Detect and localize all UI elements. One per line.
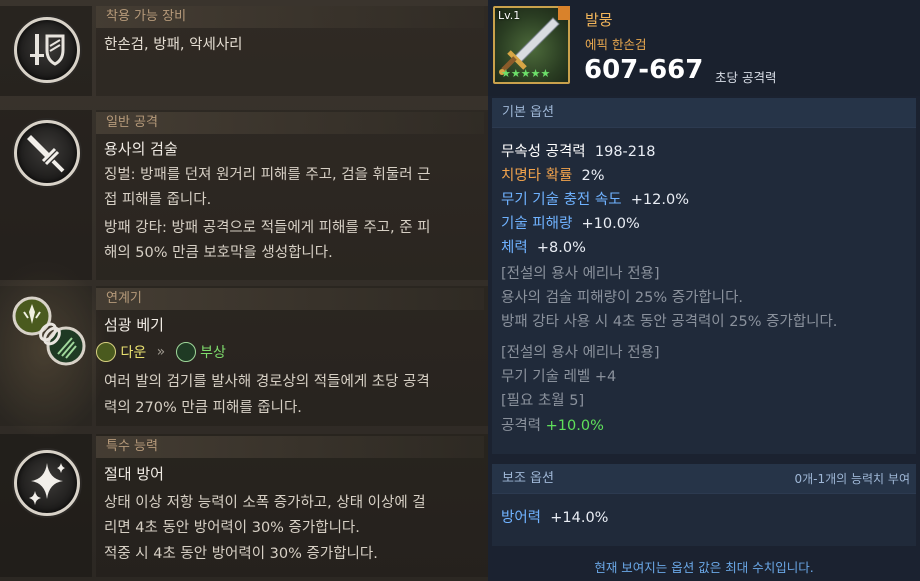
combo-to-label: 부상 — [200, 345, 226, 361]
skill-desc-line: 해의 50% 만큼 보호막을 생성합니다. — [104, 245, 333, 261]
option-line: 방어력 +14.0% — [501, 506, 608, 530]
section-header-basic-attack: 일반 공격 — [96, 112, 484, 134]
skill-desc-line: 여러 발의 검기를 발사해 경로상의 적들에게 초당 공격 — [104, 374, 430, 390]
option-value: +14.0% — [550, 510, 609, 526]
option-value: +10.0% — [581, 216, 640, 232]
exclusive-title: [전설의 용사 에리나 전용] — [501, 345, 660, 361]
sub-options-header-bar: 보조 옵션 0개-1개의 능력치 부여 — [492, 464, 916, 494]
option-line: 기술 피해량 +10.0% — [501, 212, 640, 236]
combo-condition: 다운 » 부상 — [96, 342, 226, 368]
down-status-icon — [96, 342, 116, 362]
base-options-header: 기본 옵션 — [492, 98, 916, 128]
item-type: 에픽 한손검 — [585, 37, 647, 52]
option-key: 무속성 공격력 — [501, 144, 586, 160]
option-value: +10.0% — [545, 418, 604, 434]
skill-title-basic: 용사의 검술 — [104, 140, 178, 158]
option-key: 방어력 — [501, 510, 542, 526]
item-tooltip: Lv.1 ★★★★★ 발뭉 에픽 한손검 607-667 초당 공격력 기본 옵… — [488, 0, 920, 581]
skill-title-special: 절대 방어 — [104, 465, 164, 483]
skill-desc-line: 력의 270% 만큼 피해를 줍니다. — [104, 400, 302, 416]
option-value: +8.0% — [536, 240, 586, 256]
option-key: 공격력 — [501, 418, 542, 434]
chain-icon — [8, 294, 90, 374]
option-key: 기술 피해량 — [501, 216, 573, 232]
item-header: Lv.1 ★★★★★ 발뭉 에픽 한손검 607-667 초당 공격력 — [488, 0, 920, 96]
option-line: 무속성 공격력 198-218 — [501, 140, 655, 164]
skill-desc-line: 적중 시 4초 동안 방어력이 30% 증가합니다. — [104, 546, 378, 562]
sword-icon — [14, 120, 80, 186]
option-line: 무기 기술 충전 속도 +12.0% — [501, 188, 689, 212]
item-attack-label: 초당 공격력 — [715, 70, 777, 85]
option-value: +12.0% — [630, 192, 689, 208]
equipment-list: 한손검, 방패, 악세사리 — [104, 37, 243, 53]
option-line: 치명타 확률 2% — [501, 164, 605, 188]
skill-desc-line: 리면 4초 동안 방어력이 30% 증가합니다. — [104, 520, 360, 536]
option-value: 198-218 — [594, 144, 656, 160]
section-header-special: 특수 능력 — [96, 436, 484, 458]
item-attack-value: 607-667 — [584, 55, 704, 85]
sparkle-icon — [14, 450, 80, 516]
option-key: 무기 기술 충전 속도 — [501, 192, 622, 208]
skill-desc-line: 상태 이상 저항 능력이 소폭 증가하고, 상태 이상에 걸 — [104, 495, 426, 511]
section-header-combo: 연계기 — [96, 288, 484, 310]
option-key: 치명타 확률 — [501, 168, 573, 184]
option-line: 공격력 +10.0% — [501, 414, 604, 438]
sub-options-note: 0개-1개의 능력치 부여 — [794, 472, 910, 486]
skill-desc-line: 방패 강타: 방패 공격으로 적들에게 피해를 주고, 준 피 — [104, 220, 431, 236]
skill-panel: 착용 가능 장비 한손검, 방패, 악세사리 일반 공격 용사의 검술 징벌: … — [0, 0, 488, 581]
skill-desc-line: 접 피해를 줍니다. — [104, 192, 212, 208]
exclusive-line: 무기 기술 레벨 +4 — [501, 369, 617, 385]
skill-desc-line: 징벌: 방패를 던져 원거리 피해를 주고, 검을 휘둘러 근 — [104, 167, 431, 183]
combo-from-label: 다운 — [120, 345, 147, 361]
item-name: 발뭉 — [585, 11, 613, 29]
item-thumbnail[interactable]: Lv.1 ★★★★★ — [493, 6, 570, 84]
option-value: 2% — [581, 168, 605, 184]
star-rating: ★★★★★ — [501, 67, 551, 80]
exclusive-line: 용사의 검술 피해량이 25% 증가합니다. — [501, 290, 744, 306]
exclusive-title: [전설의 용사 에리나 전용] — [501, 266, 660, 282]
injury-status-icon — [175, 342, 196, 362]
exclusive-line: [필요 초월 5] — [501, 393, 585, 409]
skill-title-combo: 섬광 베기 — [104, 316, 164, 334]
footer-note: 현재 보여지는 옵션 값은 최대 수치입니다. — [594, 560, 814, 575]
base-options-box: 기본 옵션 무속성 공격력 198-218 치명타 확률 2% 무기 기술 충전… — [492, 98, 916, 454]
item-level: Lv.1 — [498, 9, 521, 22]
combo-arrow: » — [156, 344, 166, 360]
option-key: 체력 — [501, 240, 528, 256]
option-line: 체력 +8.0% — [501, 236, 586, 260]
sword-shield-icon — [14, 17, 80, 83]
sub-options-header: 보조 옵션 — [502, 471, 554, 486]
exclusive-line: 방패 강타 사용 시 4초 동안 공격력이 25% 증가합니다. — [501, 314, 838, 330]
bookmark-icon — [558, 6, 570, 20]
sub-options-box: 보조 옵션 0개-1개의 능력치 부여 방어력 +14.0% — [492, 464, 916, 546]
section-header-equipment: 착용 가능 장비 — [96, 6, 484, 28]
